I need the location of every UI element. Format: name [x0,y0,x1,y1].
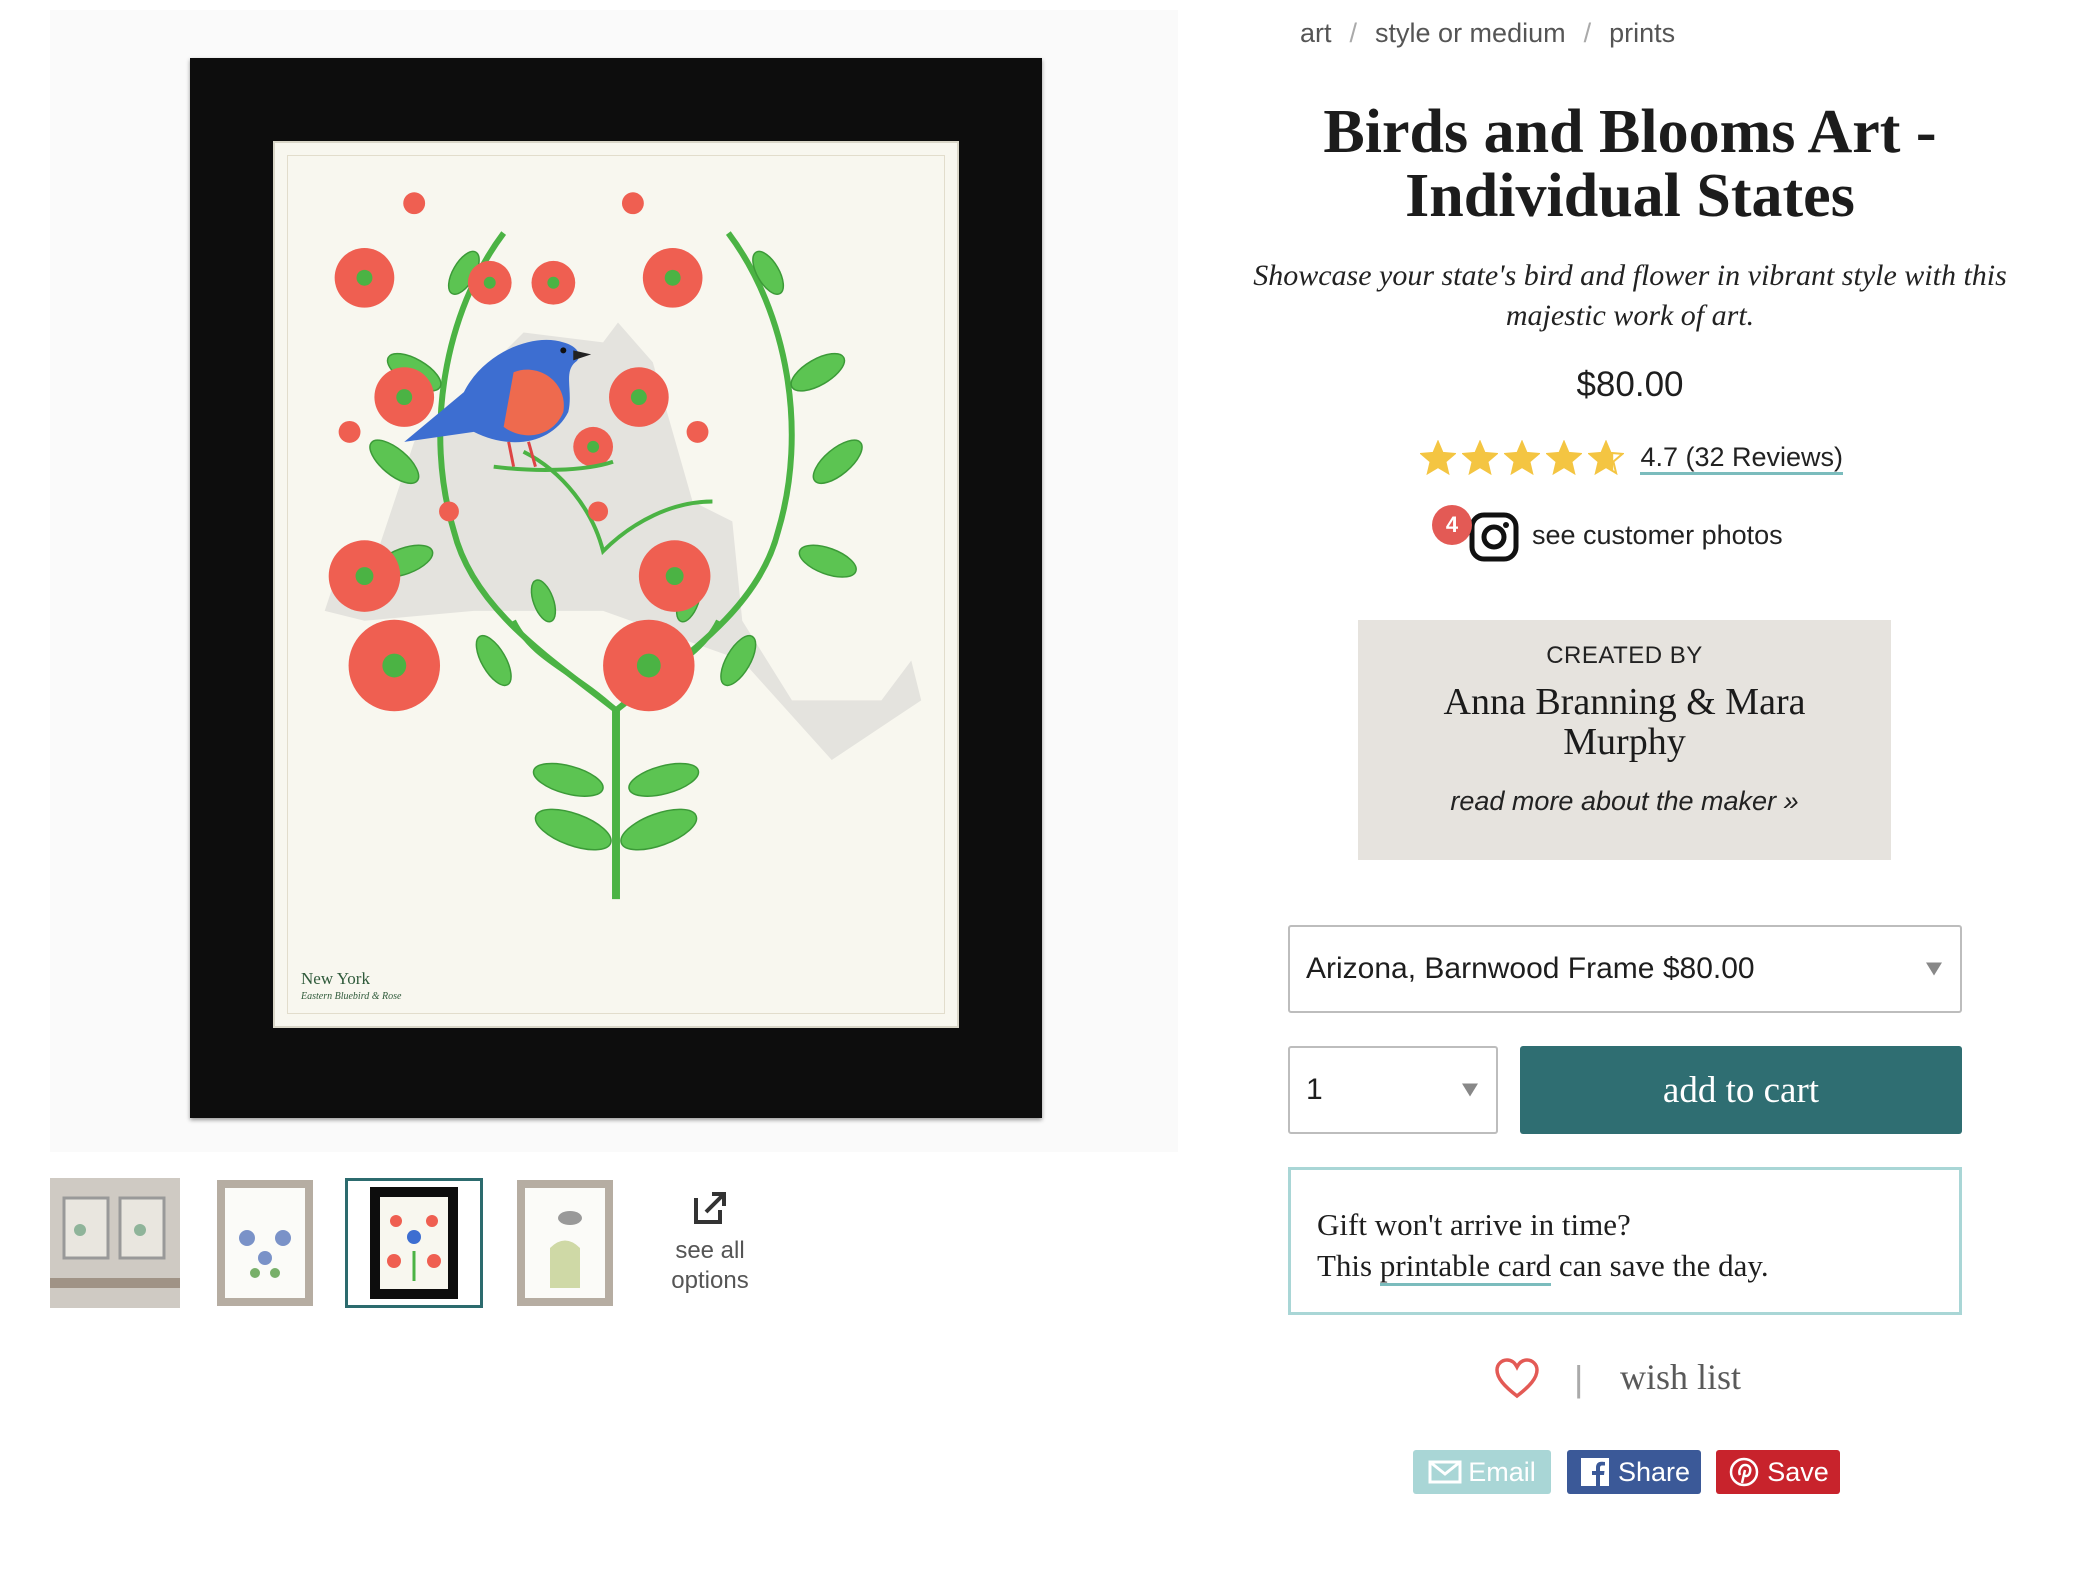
variant-select-value: Arizona, Barnwood Frame $80.00 [1306,952,1755,985]
dropdown-arrow-icon [1926,962,1942,976]
pinterest-save-button[interactable]: Save [1716,1450,1840,1494]
customer-photos-count-badge: 4 [1432,505,1472,545]
reviews-link[interactable]: 4.7 (32 Reviews) [1640,442,1844,475]
artwork-caption: New York Eastern Bluebird & Rose [301,969,401,1002]
bird-and-blooms-illustration [324,192,922,900]
product-tagline: Showcase your state's bird and flower in… [1253,259,2007,332]
add-to-cart-button[interactable]: add to cart [1520,1046,1962,1134]
thumbnail-barnwood-frame-yellow[interactable] [515,1178,615,1308]
printable-card-link[interactable]: printable card [1379,1248,1552,1286]
star-icon [1545,440,1582,476]
product-price: $80.00 [1576,365,1684,404]
created-by-label: CREATED BY [1546,642,1703,669]
gift-notice-line2: This printable card can save the day. [1317,1245,1933,1286]
star-icon [1419,440,1456,476]
external-link-icon [694,1192,726,1224]
star-icon [1587,440,1624,476]
artwork-state-label: New York [301,969,370,988]
facebook-icon [1580,1458,1609,1486]
gift-notice-line1: Gift won't arrive in time? [1317,1207,1631,1242]
product-rating: 4.7 (32 Reviews) [1210,440,2050,476]
envelope-icon [1428,1460,1462,1484]
main-product-image[interactable]: New York Eastern Bluebird & Rose [50,10,1178,1152]
read-more-maker-link[interactable]: read more about the maker » [1358,786,1891,817]
wish-list-label: wish list [1620,1357,1742,1397]
artwork-subtitle: Eastern Bluebird & Rose [301,991,402,1002]
thumbnail-black-frame-new-york[interactable] [345,1178,483,1308]
breadcrumb-art[interactable]: art [1300,18,1332,48]
maker-card: CREATED BY Anna Branning & Mara Murphy r… [1358,620,1891,860]
share-buttons: Email Share Save [1413,1450,1873,1494]
customer-photos-link[interactable]: 4 see customer photos [1420,505,1820,565]
thumbnail-room-scene[interactable] [50,1178,180,1308]
dropdown-arrow-icon [1462,1083,1478,1097]
email-share-button[interactable]: Email [1413,1450,1551,1494]
see-all-options-label: see all options [671,1237,749,1294]
star-icon [1461,440,1498,476]
heart-icon [1495,1358,1539,1399]
maker-name: Anna Branning & Mara Murphy [1443,681,1806,763]
gift-card-notice: Gift won't arrive in time? This printabl… [1288,1167,1962,1315]
see-all-options-link[interactable]: see all options [650,1188,770,1296]
facebook-share-button[interactable]: Share [1567,1450,1701,1494]
quantity-select-value: 1 [1306,1073,1323,1106]
star-icon [1503,440,1540,476]
quantity-select[interactable]: 1 [1288,1046,1498,1134]
black-picture-frame: New York Eastern Bluebird & Rose [190,58,1042,1118]
breadcrumb-prints[interactable]: prints [1609,18,1675,48]
art-print: New York Eastern Bluebird & Rose [273,141,959,1028]
breadcrumb: art / style or medium / prints [1300,18,1676,48]
instagram-camera-icon [1469,512,1519,562]
wish-list-separator: | [1574,1358,1584,1399]
star-rating [1417,440,1627,476]
customer-photos-label: see customer photos [1532,520,1783,550]
variant-select[interactable]: Arizona, Barnwood Frame $80.00 [1288,925,1962,1013]
pinterest-icon [1729,1457,1759,1487]
breadcrumb-style-or-medium[interactable]: style or medium [1375,18,1566,48]
product-title: Birds and Blooms Art - Individual States [1323,98,1937,230]
thumbnail-barnwood-frame-bluebonnet[interactable] [215,1178,315,1308]
thumbnail-strip: see all options [50,1178,790,1313]
wish-list-button[interactable]: | wish list [1490,1352,1790,1402]
